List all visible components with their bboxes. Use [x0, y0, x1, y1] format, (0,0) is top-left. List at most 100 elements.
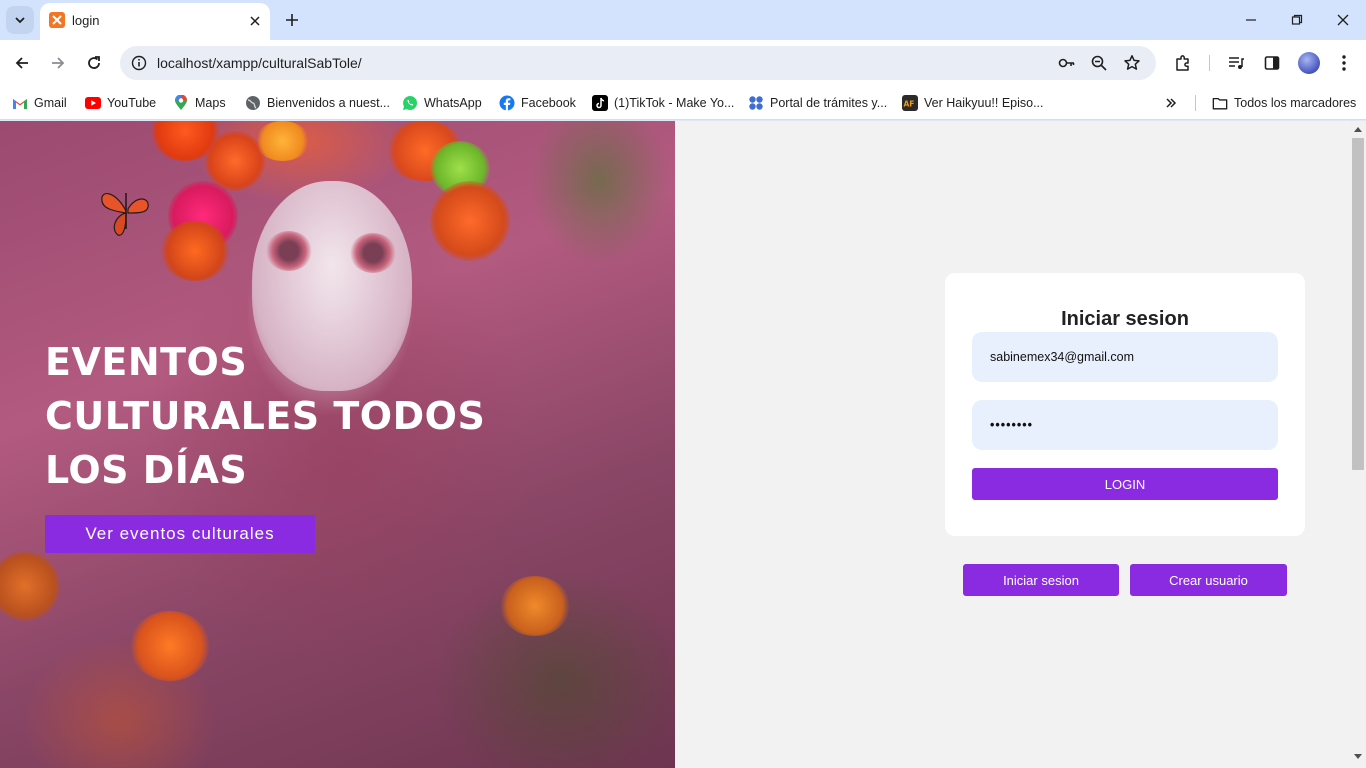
toolbar-divider: [1209, 55, 1210, 71]
plus-icon: [286, 14, 298, 26]
password-field[interactable]: [972, 400, 1278, 450]
bookmark-portal[interactable]: Portal de trámites y...: [748, 92, 887, 114]
url-text: localhost/xampp/culturalSabTole/: [157, 55, 362, 71]
extensions-button[interactable]: [1171, 51, 1195, 75]
restore-icon: [1291, 14, 1303, 25]
bookmarks-overflow-button[interactable]: [1163, 92, 1179, 114]
animeflv-icon: AF: [902, 95, 918, 111]
back-button[interactable]: [10, 51, 34, 75]
bookmark-label: YouTube: [107, 96, 157, 110]
browser-toolbar: localhost/xampp/culturalSabTole/: [0, 40, 1366, 86]
profile-avatar[interactable]: [1298, 52, 1320, 74]
site-info-icon[interactable]: [130, 54, 148, 72]
email-field[interactable]: [972, 332, 1278, 382]
zoom-icon[interactable]: [1089, 53, 1109, 73]
arrow-left-icon: [15, 57, 28, 69]
whatsapp-icon: [402, 95, 418, 111]
marigold-flower: [255, 121, 310, 161]
marigold-flower: [160, 221, 230, 281]
tiktok-icon: [592, 95, 608, 111]
side-panel-button[interactable]: [1260, 51, 1284, 75]
globe-icon: [245, 95, 261, 111]
menu-button[interactable]: [1332, 51, 1356, 75]
tab-search-button[interactable]: [6, 6, 34, 34]
face-paint-eye: [350, 233, 396, 273]
chevron-down-icon: [15, 17, 25, 24]
restore-button[interactable]: [1285, 8, 1309, 32]
hero-title: EVENTOS CULTURALES TODOS LOS DÍAS: [45, 335, 515, 497]
hero-title-line: LOS DÍAS: [45, 448, 248, 492]
bookmark-tiktok[interactable]: (1)TikTok - Make Yo...: [592, 92, 734, 114]
hero-title-line: EVENTOS: [45, 340, 248, 384]
bookmark-youtube[interactable]: YouTube: [85, 92, 156, 114]
password-key-icon[interactable]: [1057, 53, 1077, 73]
login-title: Iniciar sesion: [1061, 308, 1189, 330]
bookmark-label: Maps: [195, 96, 226, 110]
portal-icon: [748, 95, 764, 111]
svg-text:AF: AF: [904, 100, 915, 109]
close-icon: [1337, 14, 1349, 26]
create-user-button[interactable]: Crear usuario: [1130, 564, 1287, 596]
bookmark-gmail[interactable]: Gmail: [12, 92, 67, 114]
marigold-flower: [500, 576, 570, 636]
youtube-icon: [85, 95, 101, 111]
all-bookmarks-button[interactable]: Todos los marcadores: [1212, 92, 1356, 114]
bookmarks-bar: Gmail YouTube Maps Bienvenidos a nuest..…: [0, 86, 1366, 120]
bookmark-label: (1)TikTok - Make Yo...: [614, 96, 735, 110]
bookmark-whatsapp[interactable]: WhatsApp: [402, 92, 482, 114]
tab-login[interactable]: login: [40, 3, 270, 40]
bookmark-bienvenidos[interactable]: Bienvenidos a nuest...: [245, 92, 390, 114]
bookmark-label: WhatsApp: [424, 96, 482, 110]
tab-close-button[interactable]: [246, 12, 264, 30]
maps-icon: [173, 95, 189, 111]
bookmark-label: Facebook: [521, 96, 576, 110]
close-window-button[interactable]: [1331, 8, 1355, 32]
signin-button[interactable]: Iniciar sesion: [963, 564, 1119, 596]
login-card: Iniciar sesion LOGIN: [945, 273, 1305, 536]
close-icon: [250, 16, 260, 26]
forward-button[interactable]: [46, 51, 70, 75]
bookmark-label: Bienvenidos a nuest...: [267, 96, 390, 110]
minimize-button[interactable]: [1239, 8, 1263, 32]
reload-button[interactable]: [82, 51, 106, 75]
view-events-button[interactable]: Ver eventos culturales: [45, 515, 315, 553]
gmail-icon: [12, 95, 28, 111]
bookmark-facebook[interactable]: Facebook: [499, 92, 576, 114]
address-bar[interactable]: localhost/xampp/culturalSabTole/: [120, 46, 1156, 80]
facebook-icon: [499, 95, 515, 111]
side-panel-icon: [1264, 56, 1280, 70]
bookmark-label: Gmail: [34, 96, 67, 110]
playlist-icon: [1229, 57, 1244, 69]
marigold-flower: [130, 611, 210, 681]
arrow-right-icon: [52, 57, 65, 69]
hero-banner: EVENTOS CULTURALES TODOS LOS DÍAS Ver ev…: [0, 121, 675, 768]
bookmark-maps[interactable]: Maps: [173, 92, 226, 114]
bookmark-label: Ver Haikyuu!! Episo...: [924, 96, 1044, 110]
hero-title-line: CULTURALES TODOS: [45, 394, 486, 438]
minimize-icon: [1246, 19, 1256, 21]
new-tab-button[interactable]: [281, 9, 303, 31]
scroll-down-arrow[interactable]: [1354, 754, 1362, 759]
xampp-icon: [49, 12, 65, 28]
marigold-flower: [430, 181, 510, 261]
bookmarks-divider: [1195, 95, 1196, 111]
scroll-up-arrow[interactable]: [1354, 127, 1362, 132]
tab-strip: login: [0, 0, 1366, 40]
bookmark-label: Todos los marcadores: [1234, 96, 1357, 110]
folder-icon: [1212, 95, 1228, 111]
bookmark-haikyuu[interactable]: AF Ver Haikyuu!! Episo...: [902, 92, 1044, 114]
login-button[interactable]: LOGIN: [972, 468, 1278, 500]
butterfly-icon: [101, 193, 149, 236]
face-paint-eye: [266, 231, 312, 271]
double-chevron-right-icon: [1163, 95, 1179, 111]
scroll-thumb[interactable]: [1352, 138, 1364, 470]
media-control-button[interactable]: [1224, 51, 1248, 75]
puzzle-icon: [1176, 55, 1189, 71]
reload-icon: [88, 56, 100, 69]
page-scrollbar[interactable]: [1350, 121, 1366, 768]
tab-title: login: [72, 13, 100, 28]
more-vert-icon: [1342, 55, 1346, 71]
marigold-flower: [0, 551, 60, 621]
bookmark-label: Portal de trámites y...: [770, 96, 888, 110]
bookmark-star-icon[interactable]: [1122, 53, 1142, 73]
